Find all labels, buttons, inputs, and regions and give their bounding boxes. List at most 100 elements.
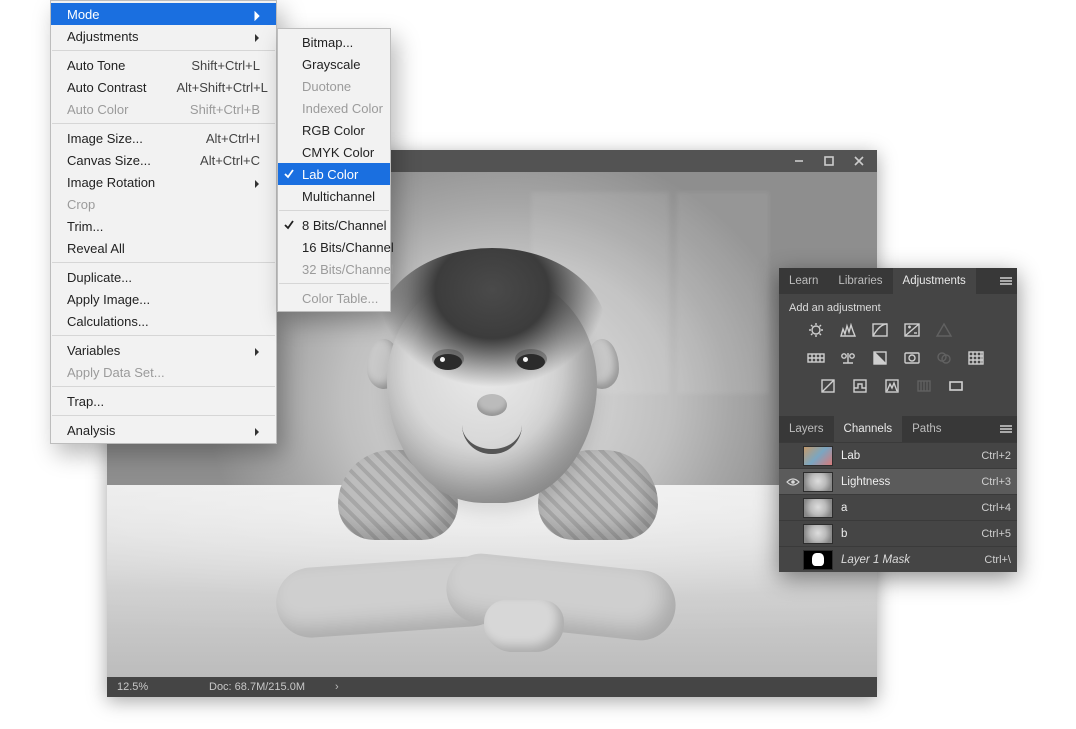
check-icon [283, 168, 295, 180]
posterize-icon[interactable] [851, 378, 869, 397]
tab-paths[interactable]: Paths [902, 416, 951, 442]
submenu-arrow-icon [254, 9, 260, 19]
menu-item-label: CMYK Color [302, 145, 374, 160]
menu-item-label: Multichannel [302, 189, 375, 204]
menu-item[interactable]: Trap... [51, 390, 276, 412]
menu-item-label: Grayscale [302, 57, 374, 72]
status-expand-icon[interactable]: › [335, 681, 339, 693]
menu-item-shortcut: Shift+Ctrl+L [161, 58, 260, 73]
menu-item[interactable]: Calculations... [51, 310, 276, 332]
menu-item[interactable]: Canvas Size...Alt+Ctrl+C [51, 149, 276, 171]
menu-item[interactable]: Auto ToneShift+Ctrl+L [51, 54, 276, 76]
menu-item[interactable]: Image Size...Alt+Ctrl+I [51, 127, 276, 149]
menu-item[interactable]: Lab Color [278, 163, 390, 185]
channel-row[interactable]: LabCtrl+2 [779, 442, 1017, 468]
menu-item: Color Table... [278, 287, 390, 309]
channel-row[interactable]: Layer 1 MaskCtrl+\ [779, 546, 1017, 572]
photo-filter-icon[interactable] [903, 350, 921, 369]
adjustments-panel-menu-icon[interactable] [995, 268, 1017, 294]
check-icon [283, 219, 295, 231]
menu-item-label: Auto Tone [67, 58, 161, 73]
menu-item-label: Apply Image... [67, 292, 260, 307]
hue-saturation-icon[interactable] [807, 350, 825, 369]
menu-item[interactable]: Bitmap... [278, 31, 390, 53]
tab-adjustments[interactable]: Adjustments [893, 268, 976, 294]
color-lookup-icon[interactable] [967, 350, 985, 369]
menu-item[interactable]: Variables [51, 339, 276, 361]
channel-shortcut: Ctrl+2 [981, 450, 1011, 462]
menu-item[interactable]: Analysis [51, 419, 276, 441]
channels-panel: Layers Channels Paths LabCtrl+2Lightness… [779, 416, 1017, 572]
adjustments-panel-heading: Add an adjustment [789, 302, 1007, 314]
menu-item[interactable]: Adjustments [51, 25, 276, 47]
menu-item-label: Auto Contrast [67, 80, 147, 95]
menu-item: 32 Bits/Channel [278, 258, 390, 280]
menu-item-label: 16 Bits/Channel [302, 240, 394, 255]
menu-item-label: Canvas Size... [67, 153, 170, 168]
adjustments-row-3 [789, 378, 1007, 397]
brightness-contrast-icon[interactable] [807, 322, 825, 341]
tab-libraries[interactable]: Libraries [828, 268, 892, 294]
menu-item-label: Trap... [67, 394, 260, 409]
channel-row[interactable]: aCtrl+4 [779, 494, 1017, 520]
image-menu: ModeAdjustmentsAuto ToneShift+Ctrl+LAuto… [50, 0, 277, 444]
exposure-icon[interactable] [903, 322, 921, 341]
menu-item: Auto ColorShift+Ctrl+B [51, 98, 276, 120]
channel-shortcut: Ctrl+4 [981, 502, 1011, 514]
menu-item[interactable]: 16 Bits/Channel [278, 236, 390, 258]
menu-item[interactable]: Image Rotation [51, 171, 276, 193]
menu-item-label: Reveal All [67, 241, 260, 256]
channels-panel-menu-icon[interactable] [995, 416, 1017, 442]
channel-row[interactable]: LightnessCtrl+3 [779, 468, 1017, 494]
menu-item: Duotone [278, 75, 390, 97]
menu-item[interactable]: Grayscale [278, 53, 390, 75]
document-info[interactable]: Doc: 68.7M/215.0M [187, 681, 305, 693]
window-maximize-button[interactable] [815, 153, 843, 169]
curves-icon[interactable] [871, 322, 889, 341]
menu-item[interactable]: Auto ContrastAlt+Shift+Ctrl+L [51, 76, 276, 98]
menu-item-label: Color Table... [302, 291, 378, 306]
menu-item[interactable]: RGB Color [278, 119, 390, 141]
menu-separator [279, 283, 389, 284]
menu-item-label: Crop [67, 197, 260, 212]
menu-separator [52, 335, 275, 336]
menu-separator [52, 415, 275, 416]
menu-item-label: Adjustments [67, 29, 254, 44]
menu-item[interactable]: CMYK Color [278, 141, 390, 163]
window-minimize-button[interactable] [785, 153, 813, 169]
tab-layers[interactable]: Layers [779, 416, 834, 442]
selective-color-icon[interactable] [915, 378, 933, 397]
channel-row[interactable]: bCtrl+5 [779, 520, 1017, 546]
menu-item[interactable]: Multichannel [278, 185, 390, 207]
tab-learn[interactable]: Learn [779, 268, 828, 294]
channel-name: Lightness [841, 476, 981, 488]
menu-item[interactable]: Reveal All [51, 237, 276, 259]
channel-shortcut: Ctrl+3 [981, 476, 1011, 488]
channel-thumbnail [803, 472, 833, 492]
menu-item[interactable]: 8 Bits/Channel [278, 214, 390, 236]
menu-item-label: Analysis [67, 423, 254, 438]
mode-submenu: Bitmap... Grayscale Duotone Indexed Color RG… [277, 28, 391, 312]
zoom-level[interactable]: 12.5% [107, 681, 187, 693]
menu-item[interactable]: Trim... [51, 215, 276, 237]
adjustments-panel-tabs: Learn Libraries Adjustments [779, 268, 1017, 294]
menu-item-label: Apply Data Set... [67, 365, 260, 380]
panel-group: Learn Libraries Adjustments Add an adjus… [779, 268, 1017, 572]
menu-item-label: Image Size... [67, 131, 176, 146]
menu-item-label: 8 Bits/Channel [302, 218, 387, 233]
levels-icon[interactable] [839, 322, 857, 341]
menu-item[interactable]: Apply Image... [51, 288, 276, 310]
threshold-icon[interactable] [883, 378, 901, 397]
menu-item[interactable]: Duplicate... [51, 266, 276, 288]
channel-mixer-icon[interactable] [935, 350, 953, 369]
vibrance-icon[interactable] [935, 322, 953, 341]
color-balance-icon[interactable] [839, 350, 857, 369]
visibility-toggle[interactable] [783, 477, 803, 487]
menu-item-label: Indexed Color [302, 101, 383, 116]
invert-icon[interactable] [819, 378, 837, 397]
black-white-icon[interactable] [871, 350, 889, 369]
gradient-map-icon[interactable] [947, 378, 965, 397]
tab-channels[interactable]: Channels [834, 416, 903, 442]
menu-item[interactable]: Mode [51, 3, 276, 25]
window-close-button[interactable] [845, 153, 873, 169]
